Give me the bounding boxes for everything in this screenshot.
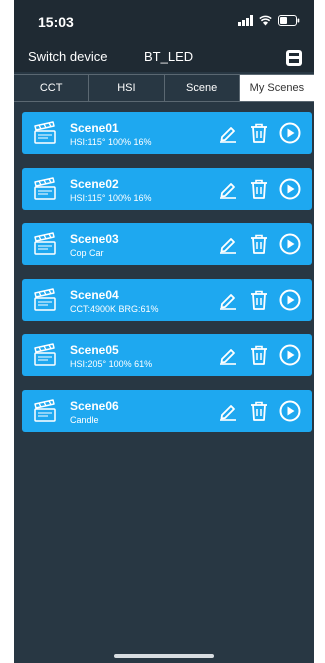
status-time: 15:03 — [38, 14, 74, 30]
scene-name: Scene02 — [70, 176, 119, 191]
tab-bar: CCT HSI Scene My Scenes — [14, 74, 314, 102]
app-screen: 15:03 Switch device BT_LED CCT HSI Scene… — [14, 0, 314, 663]
tab-hsi[interactable]: HSI — [89, 75, 165, 101]
delete-icon[interactable] — [249, 233, 269, 255]
clapperboard-icon — [32, 176, 58, 201]
status-bar: 15:03 — [14, 0, 314, 44]
scene-detail: HSI:115° 100% 16% — [70, 192, 152, 203]
scene-name: Scene04 — [70, 287, 119, 302]
delete-icon[interactable] — [249, 344, 269, 366]
scene-detail: HSI:115° 100% 16% — [70, 137, 152, 147]
play-icon[interactable] — [279, 400, 301, 422]
tab-scene[interactable]: Scene — [164, 75, 240, 101]
edit-icon[interactable] — [218, 123, 238, 143]
scene-detail: Candle — [70, 414, 99, 425]
tab-cct[interactable]: CCT — [14, 75, 90, 101]
scene-card[interactable]: Scene06 Candle — [22, 389, 312, 432]
clapperboard-icon — [32, 343, 58, 367]
device-name: BT_LED — [144, 49, 194, 64]
home-indicator — [114, 654, 214, 658]
delete-icon[interactable] — [249, 400, 269, 422]
scene-detail: CCT:4900K BRG:61% — [70, 303, 159, 314]
status-icons — [238, 15, 300, 26]
delete-icon[interactable] — [249, 122, 269, 144]
scene-card[interactable]: Scene02 HSI:115° 100% 16% — [22, 167, 312, 210]
scene-name: Scene03 — [70, 232, 119, 246]
scene-name: Scene01 — [70, 121, 119, 135]
nav-bar: Switch device BT_LED — [14, 44, 314, 72]
scene-detail: HSI:205° 100% 61% — [70, 359, 153, 369]
clapperboard-icon — [32, 232, 58, 256]
scene-list: Scene01 HSI:115° 100% 16% Scene02 HSI:11… — [22, 112, 312, 445]
delete-icon[interactable] — [249, 178, 269, 200]
scene-card[interactable]: Scene03 Cop Car — [22, 223, 312, 265]
play-icon[interactable] — [279, 233, 301, 255]
play-icon[interactable] — [279, 122, 301, 144]
edit-icon[interactable] — [218, 179, 238, 199]
battery-icon — [278, 15, 300, 26]
save-icon[interactable] — [284, 48, 304, 68]
play-icon[interactable] — [279, 344, 301, 366]
tab-my-scenes[interactable]: My Scenes — [239, 75, 314, 101]
edit-icon[interactable] — [218, 401, 238, 421]
scene-card[interactable]: Scene05 HSI:205° 100% 61% — [22, 334, 312, 376]
scene-detail: Cop Car — [70, 248, 104, 258]
edit-icon[interactable] — [218, 345, 238, 365]
clapperboard-icon — [32, 287, 58, 312]
signal-icon — [238, 15, 253, 26]
switch-device-button[interactable]: Switch device — [28, 49, 107, 64]
clapperboard-icon — [32, 121, 58, 145]
scene-name: Scene05 — [70, 343, 119, 357]
edit-icon[interactable] — [218, 290, 238, 310]
wifi-icon — [259, 15, 272, 26]
play-icon[interactable] — [279, 178, 301, 200]
scene-card[interactable]: Scene01 HSI:115° 100% 16% — [22, 112, 312, 154]
scene-name: Scene06 — [70, 398, 119, 413]
scene-card[interactable]: Scene04 CCT:4900K BRG:61% — [22, 278, 312, 321]
edit-icon[interactable] — [218, 234, 238, 254]
clapperboard-icon — [32, 398, 58, 423]
delete-icon[interactable] — [249, 289, 269, 311]
play-icon[interactable] — [279, 289, 301, 311]
